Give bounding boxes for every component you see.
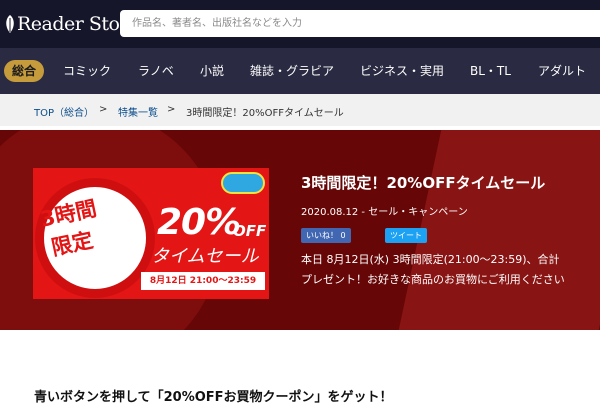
nav-item-light-novel[interactable]: ラノベ bbox=[138, 48, 174, 94]
nav-item-adult[interactable]: アダルト bbox=[538, 48, 586, 94]
article-title: 3時間限定！20%OFFタイムセール bbox=[301, 174, 546, 192]
banner-off: OFF bbox=[233, 222, 267, 240]
nav-item-general[interactable]: 総合 bbox=[4, 60, 45, 82]
facebook-like-button[interactable]: いいね！ 0 bbox=[301, 228, 351, 243]
nav-item-bl-tl[interactable]: BL・TL bbox=[470, 48, 511, 94]
banner-time: 8月12日 21:00～23:59 bbox=[141, 272, 265, 290]
breadcrumb-features[interactable]: 特集一覧 bbox=[118, 104, 158, 119]
banner-sale-text: タイムセール bbox=[151, 246, 259, 267]
nav-item-novel[interactable]: 小説 bbox=[200, 48, 224, 94]
nav-item-comic[interactable]: コミック bbox=[63, 48, 111, 94]
breadcrumb-separator: > bbox=[99, 104, 108, 115]
section-heading: 青いボタンを押して「20%OFFお買物クーポン」をゲット！ bbox=[34, 390, 393, 405]
tweet-button[interactable]: ツイート bbox=[385, 228, 427, 243]
banner-percent: 20% bbox=[157, 202, 241, 243]
category-nav: 総合 コミック ラノベ 小説 雑誌・グラビア ビジネス・実用 BL・TL アダル… bbox=[0, 48, 600, 94]
nav-item-business[interactable]: ビジネス・実用 bbox=[360, 48, 444, 94]
search-box[interactable] bbox=[120, 10, 600, 37]
breadcrumb-top[interactable]: TOP（総合） bbox=[34, 104, 94, 119]
reader-store-logo[interactable]: Reader Store bbox=[4, 11, 139, 37]
breadcrumb-current: 3時間限定！20%OFFタイムセール bbox=[186, 108, 344, 119]
breadcrumb: TOP（総合） > 特集一覧 > 3時間限定！20%OFFタイムセール bbox=[0, 94, 600, 126]
article-meta: 2020.08.12 - セール・キャンペーン bbox=[301, 207, 468, 218]
article-description: プレゼント！お好きな商品のお買物にご利用ください bbox=[301, 273, 565, 286]
sale-banner-image[interactable]: 3時間 限定 20% OFF タイムセール 8月12日 21:00～23:59 bbox=[33, 168, 269, 299]
nav-item-magazine[interactable]: 雑誌・グラビア bbox=[250, 48, 334, 94]
leaf-icon bbox=[4, 14, 16, 34]
header: Reader Store bbox=[0, 0, 600, 48]
article-description: 本日 8月12日(水) 3時間限定(21:00～23:59)、合計 bbox=[301, 253, 560, 266]
search-input[interactable] bbox=[132, 10, 592, 37]
campaign-badge-icon bbox=[221, 172, 265, 194]
breadcrumb-separator: > bbox=[167, 104, 176, 115]
